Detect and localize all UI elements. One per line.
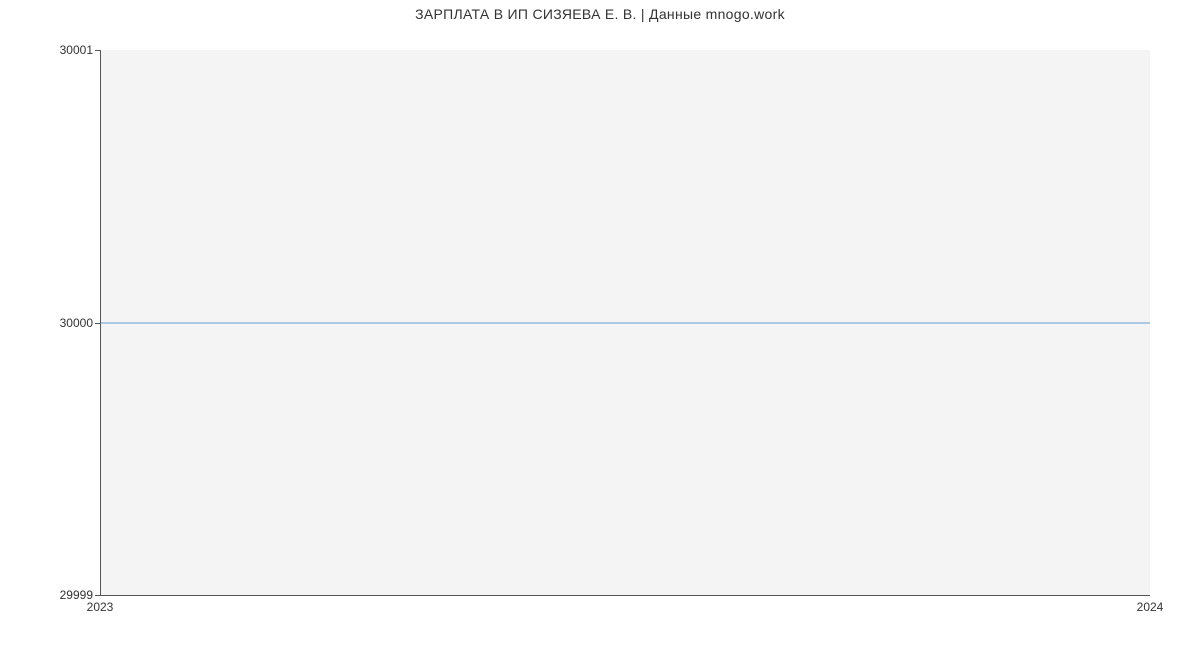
salary-line-chart: ЗАРПЛАТА В ИП СИЗЯЕВА Е. В. | Данные mno… [0,0,1200,650]
x-tick-label: 2023 [87,600,114,614]
y-tick [95,50,101,51]
x-tick-label: 2024 [1137,600,1164,614]
y-tick [95,595,101,596]
data-series-line [101,322,1150,323]
y-tick-label: 30000 [60,316,93,330]
y-tick-label: 30001 [60,43,93,57]
plot-area: 30001 30000 29999 [100,50,1150,596]
chart-title: ЗАРПЛАТА В ИП СИЗЯЕВА Е. В. | Данные mno… [0,6,1200,22]
